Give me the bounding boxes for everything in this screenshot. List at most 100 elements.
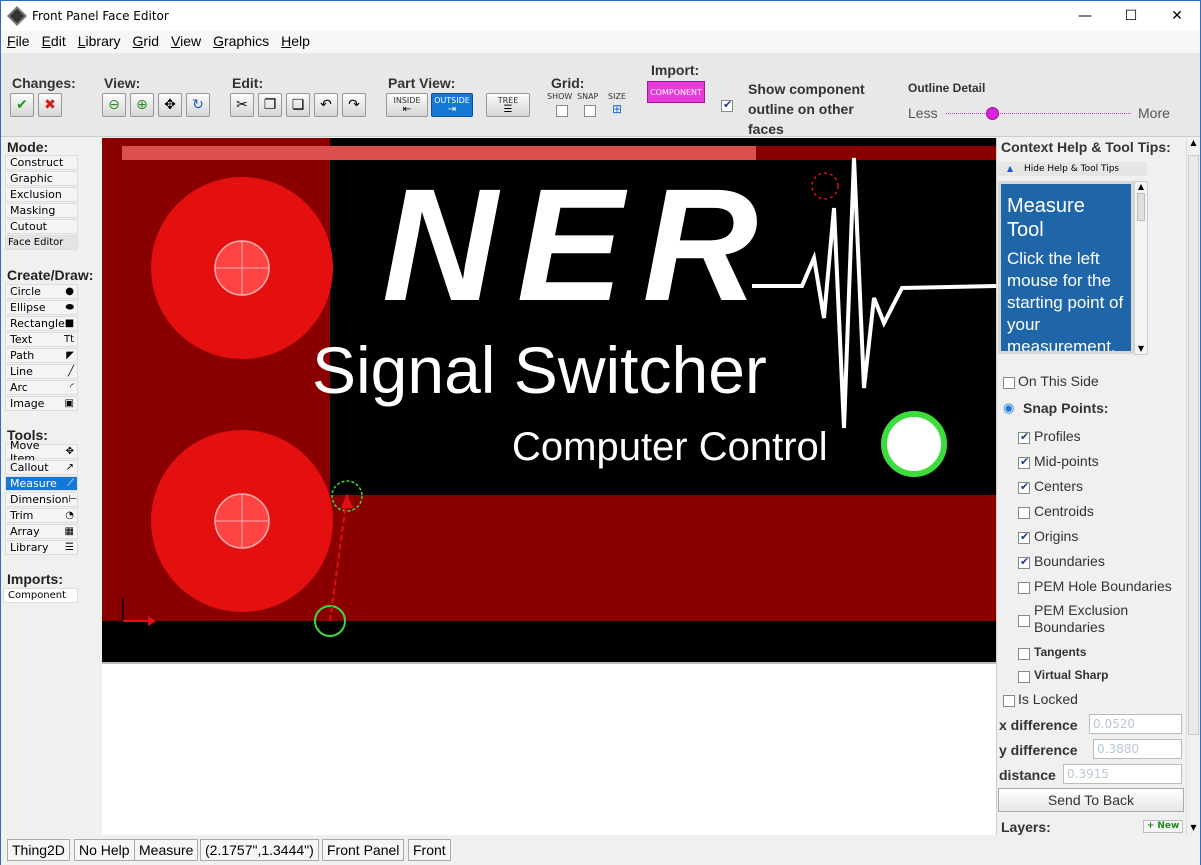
outline-detail-thumb[interactable]	[985, 107, 999, 120]
mode-masking[interactable]: Masking	[5, 203, 78, 218]
trim-icon: ◔	[65, 510, 74, 521]
right-scrollbar[interactable]: ▲ ▼	[1186, 138, 1200, 835]
tool-item-array[interactable]: Array ▦	[5, 524, 78, 539]
maximize-button[interactable]: ☐	[1108, 1, 1154, 31]
canvas-drawing[interactable]: NER Signal Switcher Computer Control	[102, 138, 996, 662]
menu-library[interactable]: Library	[72, 31, 127, 53]
snap-origins-checkbox[interactable]	[1018, 530, 1030, 544]
new-layer-button[interactable]: + New	[1143, 820, 1183, 833]
create-item-text[interactable]: Text Tt	[5, 332, 78, 347]
tool-item-trim[interactable]: Trim ◔	[5, 508, 78, 523]
grid-size-icon[interactable]: ⊞	[612, 102, 622, 116]
right-scroll-down-icon[interactable]: ▼	[1187, 823, 1200, 832]
right-panel: Context Help & Tool Tips: ▲ Hide Help & …	[996, 138, 1186, 835]
help-content: Measure Tool Click the left mouse for th…	[998, 181, 1134, 354]
grid-snap-checkbox[interactable]	[584, 104, 596, 117]
import-component-button[interactable]: COMPONENT	[647, 81, 705, 103]
outside-view-button[interactable]: OUTSIDE ⇥	[431, 93, 473, 117]
canvas-empty-area[interactable]	[102, 662, 996, 835]
snap-centers-checkbox[interactable]	[1018, 480, 1030, 494]
text-icon: Tt	[63, 334, 74, 345]
drawing-canvas[interactable]: NER Signal Switcher Computer Control	[102, 138, 996, 662]
title-bar: Front Panel Face Editor — ☐ ✕	[1, 1, 1200, 31]
tool-item-callout[interactable]: Callout ↗	[5, 460, 78, 475]
tool-item-label: Trim	[10, 509, 34, 522]
grid-show-checkbox[interactable]	[556, 104, 568, 117]
import-item-component[interactable]: Component	[3, 588, 78, 603]
minimize-button[interactable]: —	[1062, 1, 1108, 31]
zoom-out-button[interactable]: ⊖	[102, 93, 126, 117]
mode-cutout[interactable]: Cutout	[5, 219, 78, 234]
create-item-ellipse[interactable]: Ellipse ⬬	[5, 300, 78, 315]
mode-exclusion[interactable]: Exclusion	[5, 187, 78, 202]
collapse-up-icon: ▲	[1007, 164, 1014, 173]
tool-item-move-item[interactable]: Move Item ✥	[5, 439, 78, 465]
lower-band	[330, 495, 996, 621]
redo-button[interactable]: ↷	[342, 93, 366, 117]
close-button[interactable]: ✕	[1154, 1, 1200, 31]
is-locked-checkbox[interactable]	[1003, 694, 1015, 707]
menu-view[interactable]: View	[165, 31, 207, 53]
inside-icon: ⇤	[402, 103, 412, 115]
tool-item-measure[interactable]: Measure ⟋	[5, 476, 78, 491]
cut-button[interactable]: ✂	[230, 93, 254, 117]
create-item-arc[interactable]: Arc ◜	[5, 380, 78, 395]
scroll-down-icon[interactable]: ▼	[1135, 344, 1147, 353]
copy-button[interactable]: ❐	[258, 93, 282, 117]
grid-size-label: SIZE	[608, 92, 626, 101]
pan-button[interactable]: ✥	[158, 93, 182, 117]
snap-profiles-checkbox[interactable]	[1018, 430, 1030, 444]
show-outline-checkbox[interactable]	[721, 98, 733, 112]
snap-centroids-label: Centroids	[1034, 503, 1094, 519]
create-item-circle[interactable]: Circle ●	[5, 284, 78, 299]
snap-pem-hole-boundaries-checkbox[interactable]	[1018, 581, 1030, 594]
help-scroll-thumb[interactable]	[1137, 193, 1145, 221]
mode-construct[interactable]: Construct	[5, 155, 78, 170]
tool-item-dimension[interactable]: Dimension ⊢	[5, 492, 78, 507]
tree-button[interactable]: TREE ☰	[486, 93, 530, 117]
snap-mid-points-checkbox[interactable]	[1018, 455, 1030, 469]
undo-button[interactable]: ↶	[314, 93, 338, 117]
tangents-checkbox[interactable]	[1018, 647, 1030, 660]
cancel-button[interactable]: ✖	[38, 93, 62, 117]
create-item-image[interactable]: Image ▣	[5, 396, 78, 411]
create-item-rectangle[interactable]: Rectangle ■	[5, 316, 78, 331]
on-this-side-checkbox[interactable]	[1003, 376, 1015, 389]
mode-graphic[interactable]: Graphic	[5, 171, 78, 186]
right-scroll-thumb[interactable]	[1188, 155, 1199, 735]
app-window: Front Panel Face Editor — ☐ ✕ File Edit …	[0, 0, 1201, 865]
mode-face-editor[interactable]: Face Editor	[5, 235, 78, 250]
distance-field[interactable]: 0.3915	[1063, 764, 1182, 784]
zoom-in-button[interactable]: ⊕	[130, 93, 154, 117]
ellipse-icon: ⬬	[65, 302, 74, 313]
help-scrollbar[interactable]: ▲ ▼	[1134, 181, 1148, 355]
hide-help-button[interactable]: ▲ Hide Help & Tool Tips	[998, 162, 1147, 176]
menu-grid[interactable]: Grid	[127, 31, 165, 53]
menu-help[interactable]: Help	[275, 31, 316, 53]
create-item-path[interactable]: Path ◤	[5, 348, 78, 363]
virtual-sharp-label: Virtual Sharp	[1034, 668, 1109, 682]
menu-graphics[interactable]: Graphics	[207, 31, 275, 53]
menu-file[interactable]: File	[1, 31, 36, 53]
snap-centroids-checkbox[interactable]	[1018, 506, 1030, 519]
grid-snap-label: SNAP	[577, 92, 599, 101]
help-heading: Measure Tool	[1007, 195, 1085, 241]
x-difference-field[interactable]: 0.0520	[1089, 714, 1182, 734]
eye-icon[interactable]: ◉	[1003, 401, 1014, 416]
menu-edit[interactable]: Edit	[36, 31, 72, 53]
refresh-button[interactable]: ↻	[186, 93, 210, 117]
tool-item-library[interactable]: Library ☰	[5, 540, 78, 555]
inside-view-button[interactable]: INSIDE ⇤	[386, 93, 428, 117]
scroll-up-icon[interactable]: ▲	[1135, 182, 1147, 191]
send-to-back-button[interactable]: Send To Back	[998, 788, 1184, 812]
pem-exclusion-checkbox[interactable]	[1018, 614, 1030, 627]
create-item-line[interactable]: Line ╱	[5, 364, 78, 379]
outline-detail-slider[interactable]	[946, 113, 1131, 114]
snap-boundaries-checkbox[interactable]	[1018, 555, 1030, 569]
accept-button[interactable]: ✔	[10, 93, 34, 117]
right-scroll-up-icon[interactable]: ▲	[1187, 138, 1200, 147]
y-difference-field[interactable]: 0.3880	[1093, 739, 1182, 759]
zoom-in-icon: ⊕	[136, 97, 148, 113]
paste-button[interactable]: ❏	[286, 93, 310, 117]
virtual-sharp-checkbox[interactable]	[1018, 670, 1030, 683]
